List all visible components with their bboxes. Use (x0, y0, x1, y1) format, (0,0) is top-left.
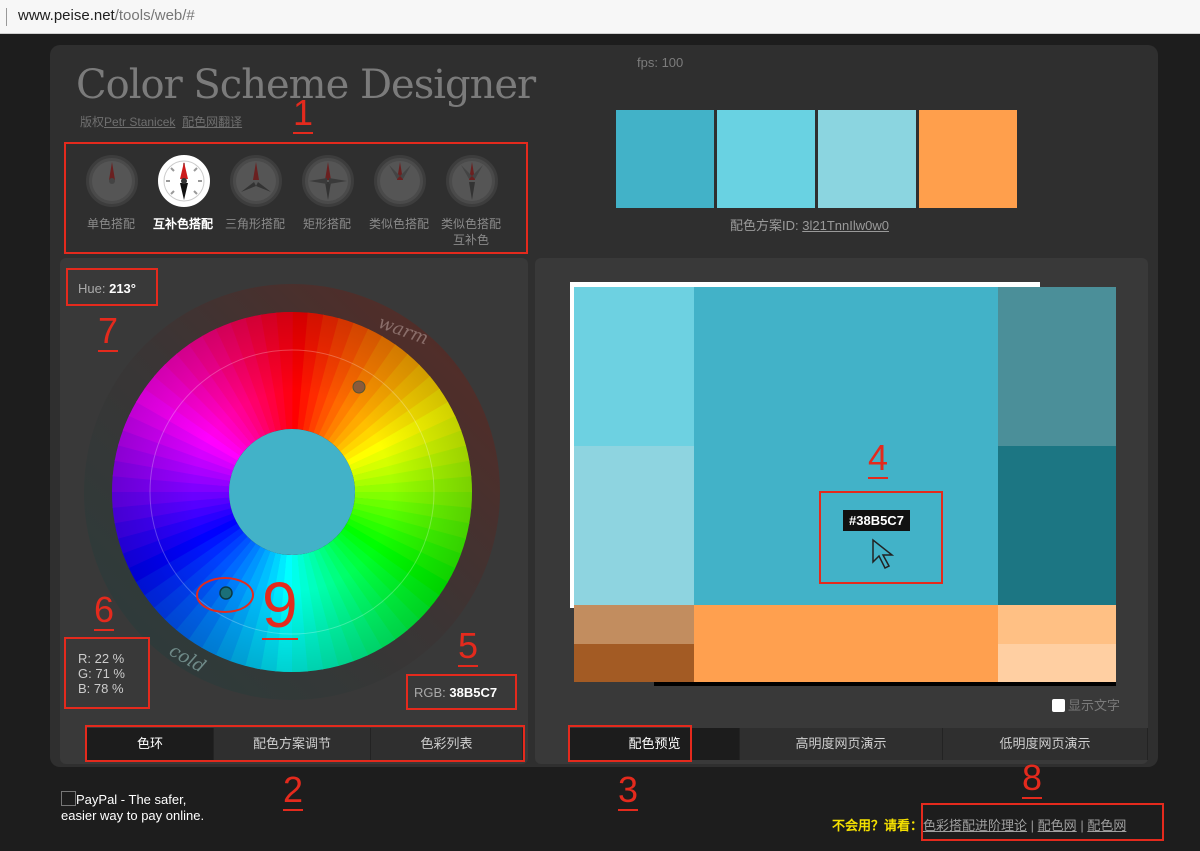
annotation-box-5 (406, 674, 517, 710)
block-orange-light1[interactable] (998, 605, 1116, 644)
browser-address-bar[interactable]: www.peise.net/tools/web/# (0, 0, 1200, 34)
swatch-primary[interactable] (616, 110, 714, 208)
annotation-circle-9 (196, 577, 254, 613)
credits: 版权Petr Stanicek 配色网翻译 (80, 113, 242, 130)
show-text-label: 显示文字 (1068, 698, 1121, 713)
url-text[interactable]: www.peise.net/tools/web/# (18, 7, 195, 24)
complement-marker-icon[interactable] (352, 380, 366, 394)
scheme-id-label: 配色方案ID: (730, 218, 799, 233)
annotation-box-7 (66, 268, 158, 306)
show-text-checkbox[interactable] (1052, 699, 1065, 712)
translation-link[interactable]: 配色网翻译 (182, 115, 242, 129)
fps-counter: fps: 100 (637, 55, 684, 70)
annotation-number-2: 2 (283, 769, 304, 811)
scheme-id-link[interactable]: 3l21TnnIlw0w0 (802, 218, 889, 233)
annotation-box-4 (819, 491, 943, 584)
block-orange[interactable] (694, 605, 998, 682)
block-orange-light2[interactable] (998, 644, 1116, 682)
show-text-toggle[interactable]: 显示文字 (1052, 695, 1120, 714)
annotation-box-6 (64, 637, 150, 709)
broken-image-icon (61, 791, 76, 806)
block-dark2[interactable] (998, 446, 1116, 605)
block-light1[interactable] (574, 287, 694, 446)
annotation-number-1: 1 (293, 92, 314, 134)
block-dark1[interactable] (998, 287, 1116, 446)
swatch-light[interactable] (717, 110, 815, 208)
swatch-complement[interactable] (919, 110, 1017, 208)
tab-light-page-demo[interactable]: 高明度网页演示 (740, 728, 943, 760)
copyright-prefix: 版权 (80, 115, 105, 129)
annotation-number-3: 3 (618, 769, 639, 811)
url-path: /tools/web/# (114, 7, 195, 24)
annotation-number-7: 7 (98, 310, 119, 352)
block-brown2[interactable] (574, 644, 694, 682)
paypal-image[interactable]: PayPal - The safer, easier way to pay on… (61, 791, 211, 824)
annotation-box-3 (568, 725, 692, 762)
text-caret (6, 8, 7, 26)
annotation-box-8 (921, 803, 1164, 841)
wheel-center-color (229, 429, 355, 555)
block-brown1[interactable] (574, 605, 694, 644)
color-preview[interactable] (570, 282, 1120, 692)
annotation-box-1 (64, 142, 528, 254)
url-host: www.peise.net (18, 7, 115, 24)
scheme-id: 配色方案ID: 3l21TnnIlw0w0 (730, 215, 889, 234)
annotation-number-5: 5 (458, 625, 479, 667)
author-link[interactable]: Petr Stanicek (104, 115, 175, 129)
swatch-lighter[interactable] (818, 110, 916, 208)
annotation-number-9: 9 (262, 569, 298, 641)
annotation-box-2 (85, 725, 525, 762)
help-prompt: 不会用？请看： (832, 818, 924, 833)
annotation-number-4: 4 (868, 437, 889, 479)
annotation-number-6: 6 (94, 589, 115, 631)
tab-dark-page-demo[interactable]: 低明度网页演示 (943, 728, 1148, 760)
annotation-number-8: 8 (1022, 757, 1043, 799)
block-light2[interactable] (574, 446, 694, 605)
paypal-alt-text: PayPal - The safer, easier way to pay on… (61, 792, 205, 823)
